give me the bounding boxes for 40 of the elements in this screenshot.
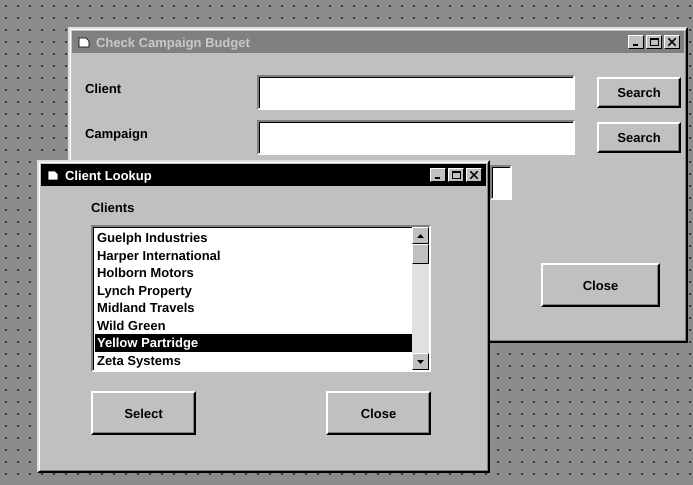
- scrollbar[interactable]: [412, 227, 429, 370]
- down-arrow-icon: [417, 360, 424, 364]
- scroll-up-button[interactable]: [412, 227, 429, 244]
- maximize-button[interactable]: [646, 35, 662, 49]
- close-button[interactable]: [664, 35, 680, 49]
- text-field[interactable]: [490, 165, 512, 200]
- scroll-thumb[interactable]: [412, 244, 429, 264]
- list-item[interactable]: Zeta Systems: [95, 352, 412, 369]
- maximize-icon: [650, 38, 658, 46]
- scroll-down-button[interactable]: [412, 353, 429, 370]
- list-label: Clients: [91, 200, 136, 215]
- field-label: Campaign: [85, 125, 149, 141]
- search-button[interactable]: Search: [597, 77, 681, 108]
- close-button[interactable]: [466, 168, 482, 182]
- list-item[interactable]: Holborn Motors: [95, 264, 412, 282]
- close-button[interactable]: Close: [326, 391, 431, 435]
- window-title: Check Campaign Budget: [96, 34, 251, 50]
- close-icon: [470, 171, 478, 179]
- list-item[interactable]: Wild Green: [95, 316, 412, 334]
- close-icon: [668, 38, 676, 46]
- list-item[interactable]: Harper International: [95, 246, 412, 264]
- text-field[interactable]: [257, 75, 575, 110]
- field-label: Client: [85, 80, 122, 96]
- maximize-icon: [452, 171, 460, 179]
- minimize-button[interactable]: [430, 168, 446, 182]
- window-title: Client Lookup: [65, 168, 153, 182]
- list-item[interactable]: Midland Travels: [95, 299, 412, 316]
- minimize-button[interactable]: [628, 35, 644, 49]
- client-list[interactable]: Guelph Industries Harper International Holborn Motors Lynch Property Midland Travels Wild Green Yellow Partridge Zeta Systems: [91, 225, 431, 372]
- list-item[interactable]: Guelph Industries: [95, 229, 412, 246]
- text-field[interactable]: [257, 120, 575, 155]
- form-icon: [47, 169, 59, 181]
- list-item[interactable]: Yellow Partridge: [95, 334, 412, 352]
- list-item[interactable]: Lynch Property: [95, 282, 412, 299]
- close-button[interactable]: Close: [541, 263, 660, 307]
- maximize-button[interactable]: [448, 168, 464, 182]
- select-button[interactable]: Select: [91, 391, 196, 435]
- form-icon: [78, 36, 90, 48]
- search-button[interactable]: Search: [597, 122, 681, 153]
- up-arrow-icon: [417, 234, 424, 238]
